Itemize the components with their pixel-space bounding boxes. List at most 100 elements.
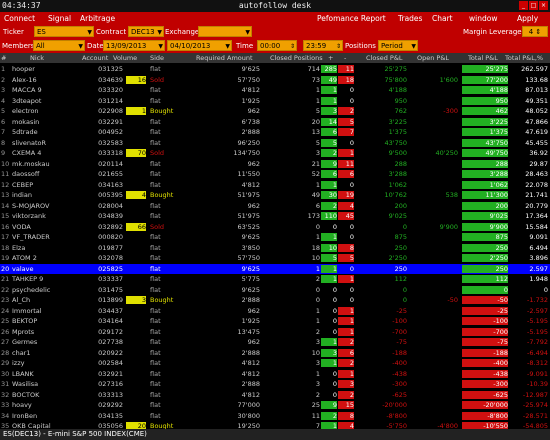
margin-leverage-stepper[interactable]: 4 ⇕ — [522, 26, 548, 37]
wins-cell: 3 — [321, 348, 337, 357]
total-pnl-pct-cell: 20.779 — [525, 201, 548, 210]
menu-arbitrage[interactable]: Arbitrage — [80, 14, 115, 23]
table-row[interactable]: 23 Al_Ch 013899 3 Bought 2'888 0 0 0 0 -50 -50 -1.73… — [0, 295, 550, 305]
col-header-volume[interactable]: Volume — [113, 54, 137, 62]
table-row[interactable]: 31 Wasilisa 027316 flat 2'888 3 0 3 -300 -300 -10.… — [0, 379, 550, 389]
required-amount-cell: 134'750 — [233, 149, 260, 157]
table-row[interactable]: 3 MACCA 9 033320 flat 4'812 1 1 0 4'188 4'188 87.0… — [0, 85, 550, 95]
positions-select[interactable]: Period ▼ — [378, 40, 418, 51]
losses-cell: 2 — [338, 107, 354, 115]
table-row[interactable]: 24 Immortal 034437 flat 962 1 0 1 -25 -25 -2.597 — [0, 306, 550, 316]
volume-cell — [126, 380, 146, 388]
table-row[interactable]: 15 viktorzank 034839 flat 51'975 173 110 45 9'02… — [0, 211, 550, 221]
wins-cell: 0 — [332, 390, 337, 399]
table-row[interactable]: 19 ATOM 2 032078 flat 57'750 10 5 5 2'250 2'250 3.… — [0, 253, 550, 263]
volume-cell — [126, 65, 146, 73]
col-header-open-pnl[interactable]: Open P&L — [417, 54, 449, 62]
total-pnl-pct-cell: 28.463 — [525, 170, 548, 178]
table-row[interactable]: 33 hoavy 029292 flat 77'000 25 9 15 -20'000 -20'0… — [0, 400, 550, 410]
col-header-total-pnl[interactable]: Total P&L — [468, 54, 498, 62]
contract-select[interactable]: DEC13 ▼ — [128, 26, 164, 37]
table-row[interactable]: 20 valave 025825 flat 9'625 1 1 0 250 250 2.597 — [0, 263, 550, 274]
table-row[interactable]: 4 3dteapot 031214 flat 1'925 1 1 0 950 950 49.351 — [0, 96, 550, 106]
side-cell: flat — [150, 338, 161, 346]
col-header-minus[interactable]: - — [344, 54, 346, 62]
stepper-arrows-icon: ⇕ — [289, 43, 295, 50]
total-pnl-cell: -25 — [462, 306, 508, 315]
nick-cell: 3dteapot — [12, 96, 42, 105]
losses-cell: 8 — [338, 243, 354, 252]
col-header-side[interactable]: Side — [150, 54, 164, 62]
table-row[interactable]: 34 IronBen 034135 flat 30'800 11 2 8 -8'800 -8'80… — [0, 411, 550, 421]
account-cell: 033337 — [98, 275, 123, 283]
menu-window[interactable]: window — [469, 14, 497, 23]
closed-positions-cell: 5 — [315, 107, 320, 115]
date-to-input[interactable]: 04/10/2013 ▼ — [167, 40, 232, 51]
wins-cell: 1 — [321, 359, 337, 367]
table-row[interactable]: 9 CXEMA 4 033318 70 Sold 134'750 3 2 1 9'500 40'25… — [0, 148, 550, 158]
menu-chart[interactable]: Chart — [432, 14, 453, 23]
members-select[interactable]: All ▼ — [33, 40, 85, 51]
table-row[interactable]: 22 psychedelic 031475 flat 9'625 0 0 0 0 0 0 — [0, 285, 550, 295]
table-row[interactable]: 18 Elza 019877 flat 3'850 18 10 8 250 250 6.494 — [0, 243, 550, 253]
col-header-nick[interactable]: Nick — [30, 54, 44, 62]
table-row[interactable]: 13 indian 005395 4 Bought 51'975 49 30 19 10'762 5… — [0, 190, 550, 200]
table-row[interactable]: 2 Alex-16 034639 16 Sold 57'750 73 49 18 75'800 1'… — [0, 75, 550, 85]
table-row[interactable]: 29 izzy 002584 flat 4'812 3 1 2 -400 -400 -8.312 — [0, 358, 550, 368]
account-cell: 029172 — [98, 327, 123, 336]
table-row[interactable]: 16 VODA 032892 66 Sold 63'525 0 0 0 0 9'900 9'900 15… — [0, 222, 550, 232]
table-row[interactable]: 27 Germes 027738 flat 962 3 1 2 -75 -75 -7.792 — [0, 337, 550, 347]
table-row[interactable]: 5 electron 022908 1 Bought 962 5 3 2 762 -300 462 48… — [0, 106, 550, 116]
col-header-required-amount[interactable]: Required Amount — [196, 54, 253, 62]
table-row[interactable]: 11 daossoff 021655 flat 11'550 52 6 6 3'288 3'288… — [0, 169, 550, 179]
table-row[interactable]: 30 LBANK 032921 flat 4'812 1 0 1 -438 -438 -9.091 — [0, 369, 550, 379]
closed-positions-cell: 1 — [315, 317, 320, 325]
col-header-plus[interactable]: + — [328, 54, 333, 62]
close-button[interactable]: × — [539, 1, 548, 10]
col-header-total-pnl-pct[interactable]: Total P&L,% — [505, 54, 543, 62]
table-row[interactable]: 17 VF_TRADER 000820 flat 9'625 1 1 0 875 875 9.091 — [0, 232, 550, 242]
time-to-input[interactable]: 23:59 ⇕ — [303, 40, 343, 51]
positions-label: Positions — [345, 42, 376, 50]
menu-trades[interactable]: Trades — [398, 14, 422, 23]
nick-cell: Elza — [12, 243, 26, 252]
table-row[interactable]: 8 slivenatoR 032583 flat 96'250 5 5 0 43'750 43'7… — [0, 138, 550, 148]
table-row[interactable]: 32 BOCTOK 033313 flat 4'812 2 0 2 -625 -625 -12.98… — [0, 390, 550, 400]
wins-cell: 6 — [321, 170, 337, 178]
col-header-num[interactable]: # — [1, 54, 6, 62]
menu-connect[interactable]: Connect — [4, 14, 35, 23]
date-from-input[interactable]: 13/09/2013 ▼ — [103, 40, 165, 51]
table-row[interactable]: 28 char1 020922 flat 2'888 10 3 6 -188 -188 -6.494 — [0, 348, 550, 358]
account-cell: 013899 — [98, 296, 123, 304]
closed-positions-cell: 1 — [315, 180, 320, 189]
maximize-button[interactable]: □ — [529, 1, 538, 10]
exchange-select[interactable]: ▼ — [198, 26, 252, 37]
wins-cell: 3 — [321, 107, 337, 115]
ticker-select[interactable]: ES ▼ — [34, 26, 94, 37]
time-from-input[interactable]: 00:00 ⇕ — [257, 40, 297, 51]
table-row[interactable]: 6 mokasin 032291 flat 6'738 20 14 5 3'225 3'225 47… — [0, 117, 550, 127]
minimize-button[interactable]: _ — [519, 1, 528, 10]
col-header-closed-pnl[interactable]: Closed P&L — [366, 54, 403, 62]
account-cell: 022908 — [98, 107, 123, 115]
losses-cell: 1 — [338, 327, 354, 336]
table-row[interactable]: 1 hooper 031325 flat 9'625 714 285 11 25'275 25'2… — [0, 64, 550, 74]
col-header-account[interactable]: Account — [82, 54, 108, 62]
table-row[interactable]: 12 CEBEP 034163 flat 4'812 1 1 0 1'062 1'062 22.07… — [0, 180, 550, 190]
table-row[interactable]: 10 mk.moskau 020114 flat 962 21 9 11 288 288 29.87 — [0, 159, 550, 169]
table-row[interactable]: 14 S-MOJAROV 028004 flat 962 6 2 4 200 200 20.779 — [0, 201, 550, 211]
menu-signal[interactable]: Signal — [48, 14, 71, 23]
table-row[interactable]: 26 Mprots 029172 flat 13'475 2 0 1 -700 -700 -5.19… — [0, 327, 550, 337]
table-row[interactable]: 7 5dtrade 004952 flat 2'888 13 6 7 1'375 1'375 47.… — [0, 127, 550, 137]
table-row[interactable]: 25 BEKTOP 034164 flat 1'925 1 0 1 -100 -100 -5.195 — [0, 316, 550, 326]
col-header-closed-positions[interactable]: Closed Positions — [270, 54, 323, 62]
table-row[interactable]: 21 TAHKEP 9 033337 flat 5'775 2 1 1 112 112 1.948 — [0, 274, 550, 284]
row-number: 9 — [1, 149, 6, 157]
losses-cell: 6 — [338, 348, 354, 357]
menu-performance-report[interactable]: Pefomance Report — [317, 14, 386, 23]
total-pnl-pct-cell: -8.312 — [527, 359, 548, 367]
nick-cell: LBANK — [12, 369, 34, 378]
closed-positions-cell: 21 — [311, 159, 320, 168]
total-pnl-pct-cell: -5.195 — [527, 317, 548, 325]
menu-apply[interactable]: Apply — [517, 14, 538, 23]
